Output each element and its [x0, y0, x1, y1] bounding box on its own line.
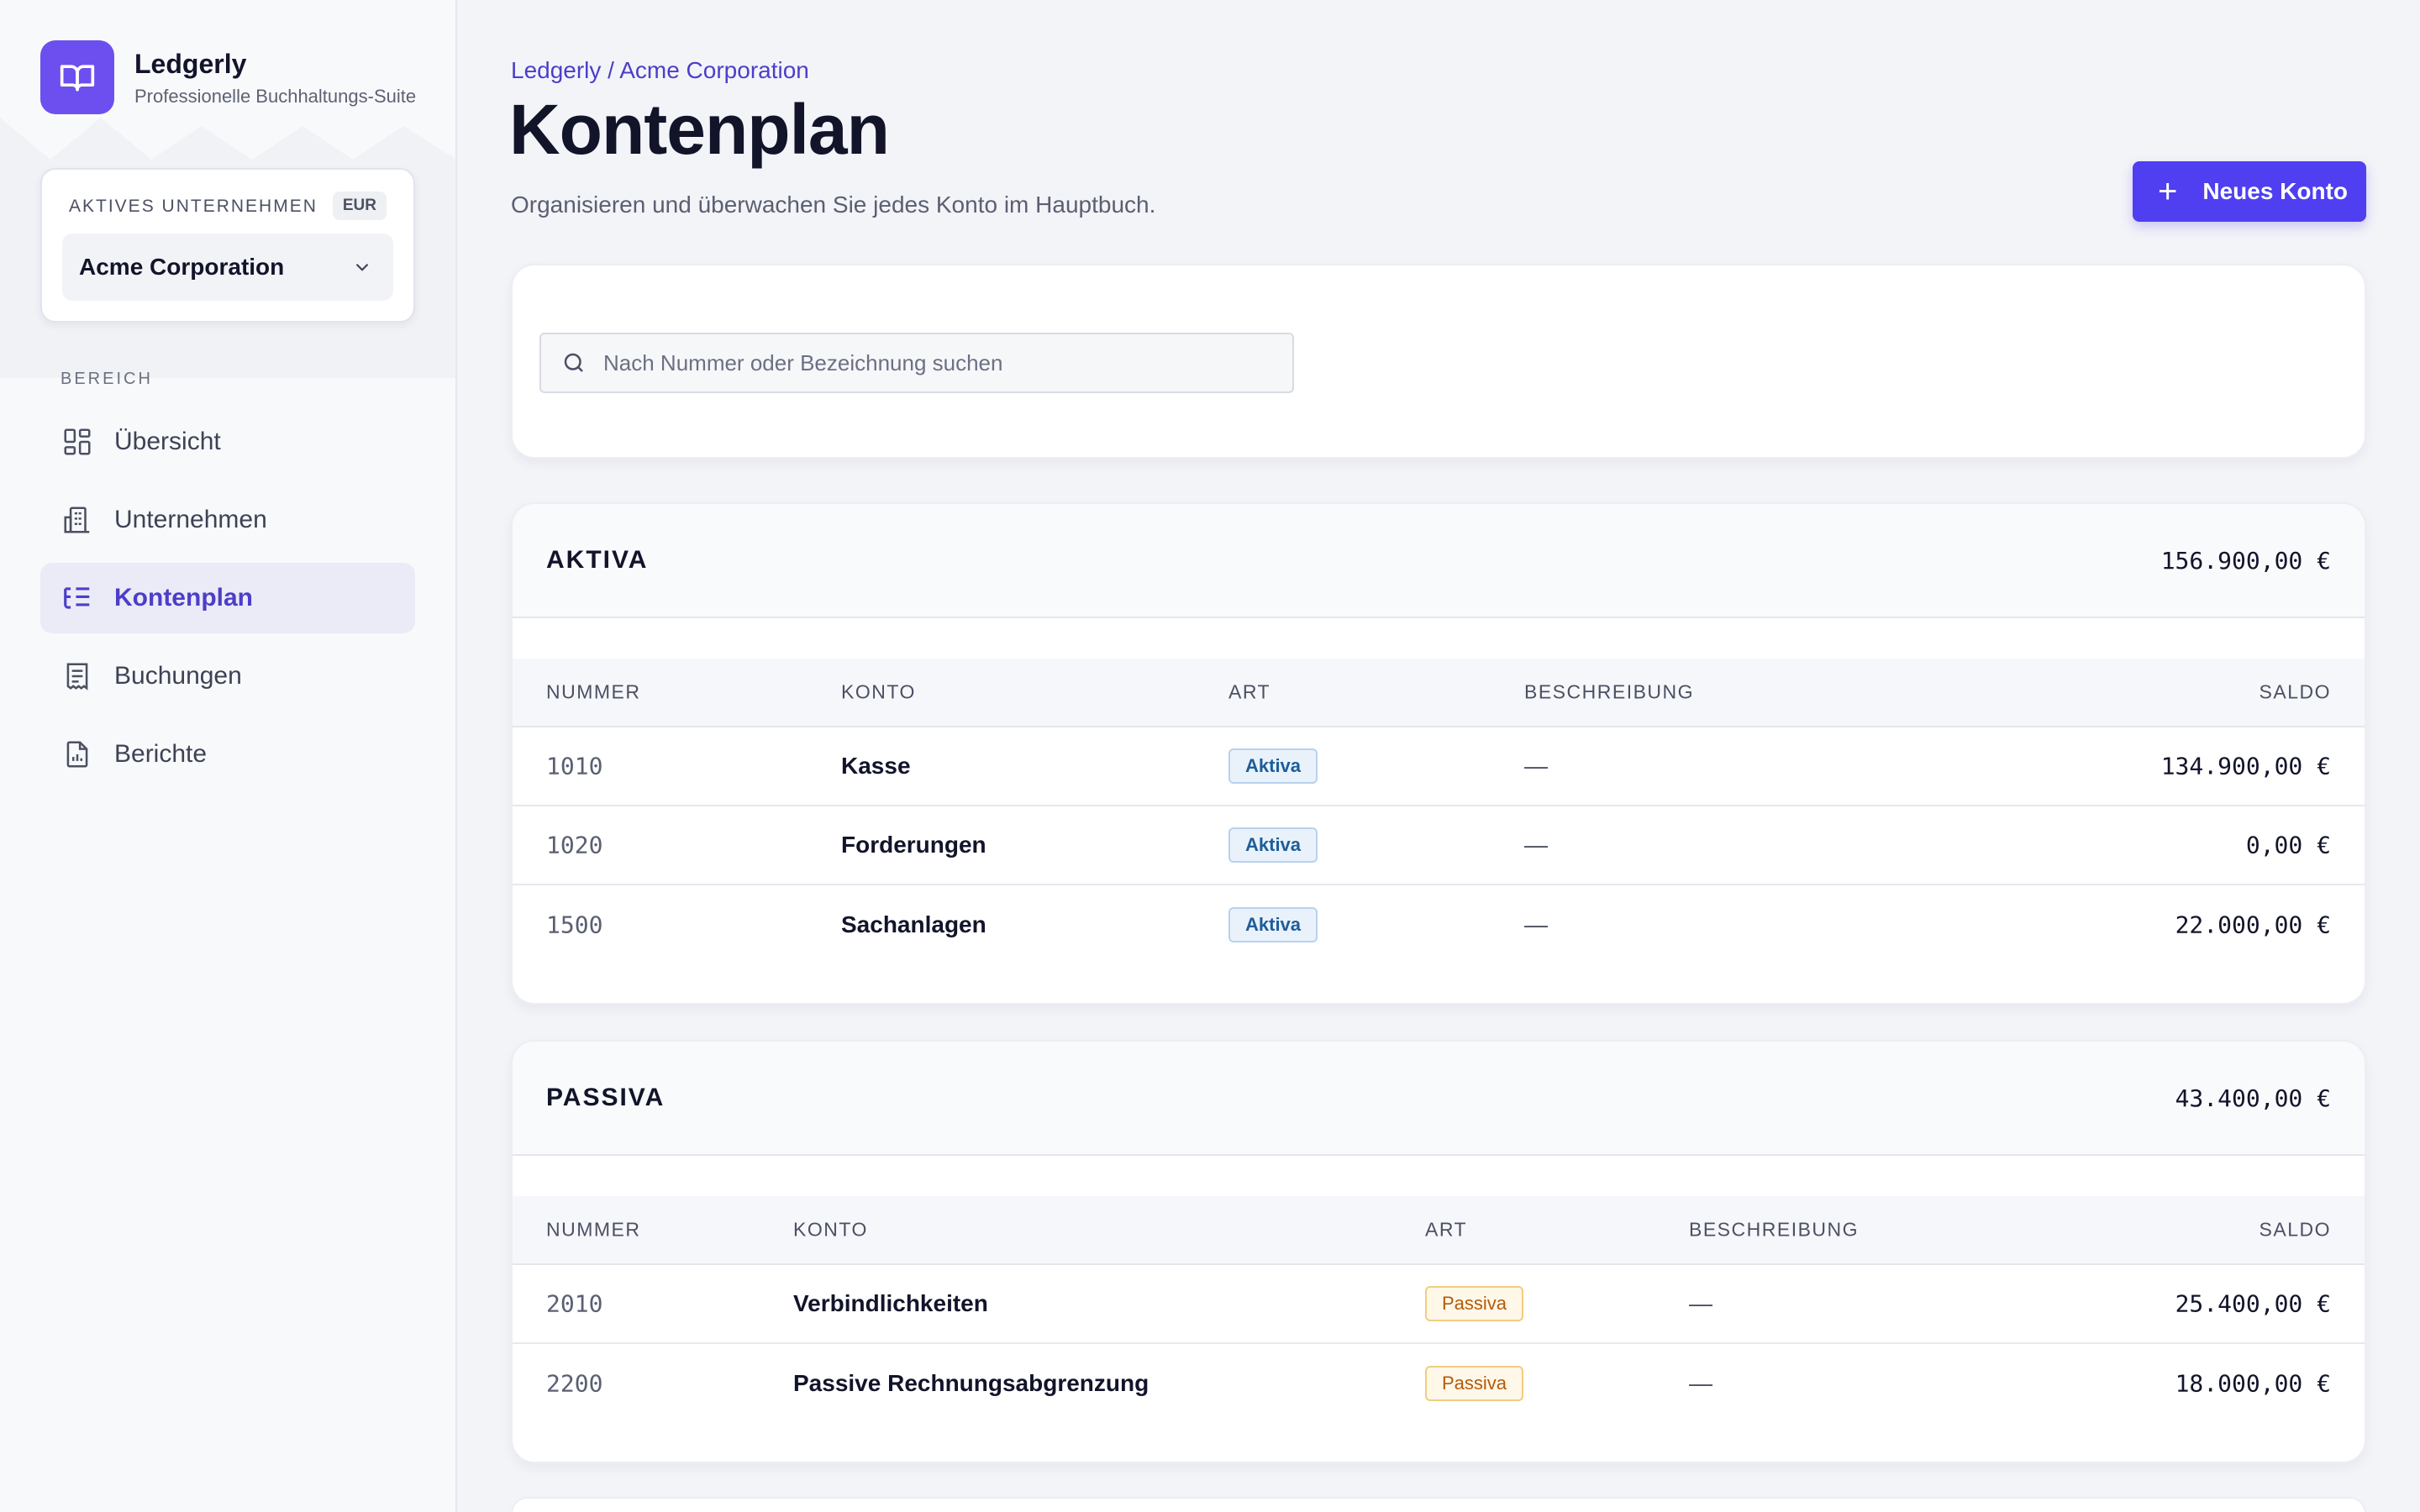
chevron-down-icon [355, 263, 369, 271]
column-header-description[interactable]: BESCHREIBUNG [1524, 681, 1694, 704]
sidebar-item-label: Übersicht [114, 428, 221, 455]
group-total: 43.400,00 € [2175, 1084, 2331, 1112]
account-number: 1010 [546, 752, 603, 780]
search-icon [564, 353, 583, 372]
account-number: 2010 [546, 1289, 603, 1318]
column-header-type[interactable]: ART [1425, 1219, 1467, 1242]
nav-section-label: BEREICH [60, 370, 153, 388]
sidebar-item-label: Buchungen [114, 662, 242, 690]
account-name: Kasse [841, 753, 911, 779]
book-icon [40, 40, 114, 114]
search-card [511, 264, 2366, 459]
page-subtitle: Organisieren und überwachen Sie jedes Ko… [511, 192, 1156, 218]
sidebar: Ledgerly Professionelle Buchhaltungs-Sui… [0, 0, 457, 1512]
table-row[interactable]: 1500 Sachanlagen Aktiva — 22.000,00 € [513, 885, 2365, 964]
table-row[interactable]: 2010 Verbindlichkeiten Passiva — 25.400,… [513, 1265, 2365, 1344]
account-description: — [1524, 832, 1548, 858]
column-header-type[interactable]: ART [1228, 681, 1270, 704]
new-account-button-label: Neues Konto [2202, 178, 2349, 204]
table-row[interactable]: 2200 Passive Rechnungsabgrenzung Passiva… [513, 1344, 2365, 1423]
account-description: — [1689, 1290, 1712, 1316]
search-input[interactable] [603, 349, 1276, 376]
account-name: Verbindlichkeiten [793, 1290, 988, 1316]
group-header: AKTIVA 156.900,00 € [513, 504, 2365, 618]
table-header: NUMMER KONTO ART BESCHREIBUNG SALDO [513, 1196, 2365, 1265]
sidebar-item-unternehmen[interactable]: Unternehmen [40, 485, 415, 555]
account-balance: 22.000,00 € [2175, 911, 2331, 939]
type-badge: Aktiva [1228, 907, 1318, 942]
currency-badge: EUR [332, 192, 387, 220]
type-badge: Passiva [1425, 1366, 1524, 1401]
account-number: 1020 [546, 831, 603, 859]
account-name: Forderungen [841, 832, 986, 858]
list-tree-icon [60, 581, 94, 615]
column-header-description[interactable]: BESCHREIBUNG [1689, 1219, 1859, 1242]
type-badge: Aktiva [1228, 748, 1318, 784]
sidebar-item-label: Kontenplan [114, 584, 253, 612]
account-description: — [1524, 753, 1548, 779]
column-header-number[interactable]: NUMMER [546, 1219, 641, 1242]
sidebar-item-label: Berichte [114, 740, 208, 768]
page-title: Kontenplan [509, 90, 890, 169]
main-content: Ledgerly / Acme Corporation Kontenplan O… [457, 0, 2420, 1512]
table-row[interactable]: 1010 Kasse Aktiva — 134.900,00 € [513, 727, 2365, 806]
group-header: PASSIVA 43.400,00 € [513, 1042, 2365, 1156]
new-account-button[interactable]: + Neues Konto [2133, 161, 2366, 222]
group-total: 156.900,00 € [2160, 546, 2331, 575]
company-label: AKTIVES UNTERNEHMEN [69, 197, 318, 216]
account-name: Sachanlagen [841, 911, 986, 937]
breadcrumb[interactable]: Ledgerly / Acme Corporation [511, 57, 809, 84]
building-icon [60, 503, 94, 537]
sidebar-item-uebersicht[interactable]: Übersicht [40, 407, 415, 477]
column-header-balance[interactable]: SALDO [2260, 1219, 2331, 1242]
account-balance: 0,00 € [2245, 831, 2331, 859]
account-description: — [1524, 911, 1548, 937]
brand-subtitle: Professionelle Buchhaltungs-Suite [134, 86, 417, 107]
type-badge: Passiva [1425, 1286, 1524, 1321]
receipt-icon [60, 659, 94, 693]
company-select[interactable]: Acme Corporation [62, 234, 393, 301]
account-group-aktiva: AKTIVA 156.900,00 € NUMMER KONTO ART BES… [511, 502, 2366, 1005]
report-icon [60, 738, 94, 771]
account-number: 2200 [546, 1369, 603, 1398]
column-header-balance[interactable]: SALDO [2260, 681, 2331, 704]
table-row[interactable]: 1020 Forderungen Aktiva — 0,00 € [513, 806, 2365, 885]
sidebar-item-buchungen[interactable]: Buchungen [40, 641, 415, 711]
search-field[interactable] [539, 333, 1294, 393]
group-title: AKTIVA [546, 546, 649, 574]
group-title: PASSIVA [546, 1084, 666, 1111]
dashboard-icon [60, 425, 94, 459]
account-description: — [1689, 1370, 1712, 1396]
plus-icon: + [2158, 173, 2178, 210]
account-balance: 134.900,00 € [2160, 752, 2331, 780]
account-group-passiva: PASSIVA 43.400,00 € NUMMER KONTO ART BES… [511, 1040, 2366, 1463]
sidebar-item-label: Unternehmen [114, 506, 267, 533]
sidebar-item-berichte[interactable]: Berichte [40, 719, 415, 790]
sidebar-nav: Übersicht Unternehmen Kontenplan Buchung… [40, 407, 415, 797]
account-number: 1500 [546, 911, 603, 939]
brand: Ledgerly Professionelle Buchhaltungs-Sui… [40, 40, 416, 114]
sidebar-item-kontenplan[interactable]: Kontenplan [40, 563, 415, 633]
column-header-account[interactable]: KONTO [841, 681, 916, 704]
company-switcher: AKTIVES UNTERNEHMEN EUR Acme Corporation [40, 168, 415, 323]
table-header: NUMMER KONTO ART BESCHREIBUNG SALDO [513, 659, 2365, 727]
account-balance: 25.400,00 € [2175, 1289, 2331, 1318]
brand-name: Ledgerly [134, 49, 247, 79]
account-balance: 18.000,00 € [2175, 1369, 2331, 1398]
column-header-number[interactable]: NUMMER [546, 681, 641, 704]
next-group-card [511, 1497, 2366, 1512]
type-badge: Aktiva [1228, 827, 1318, 863]
company-select-value: Acme Corporation [79, 254, 285, 280]
account-name: Passive Rechnungsabgrenzung [793, 1370, 1150, 1396]
column-header-account[interactable]: KONTO [793, 1219, 868, 1242]
